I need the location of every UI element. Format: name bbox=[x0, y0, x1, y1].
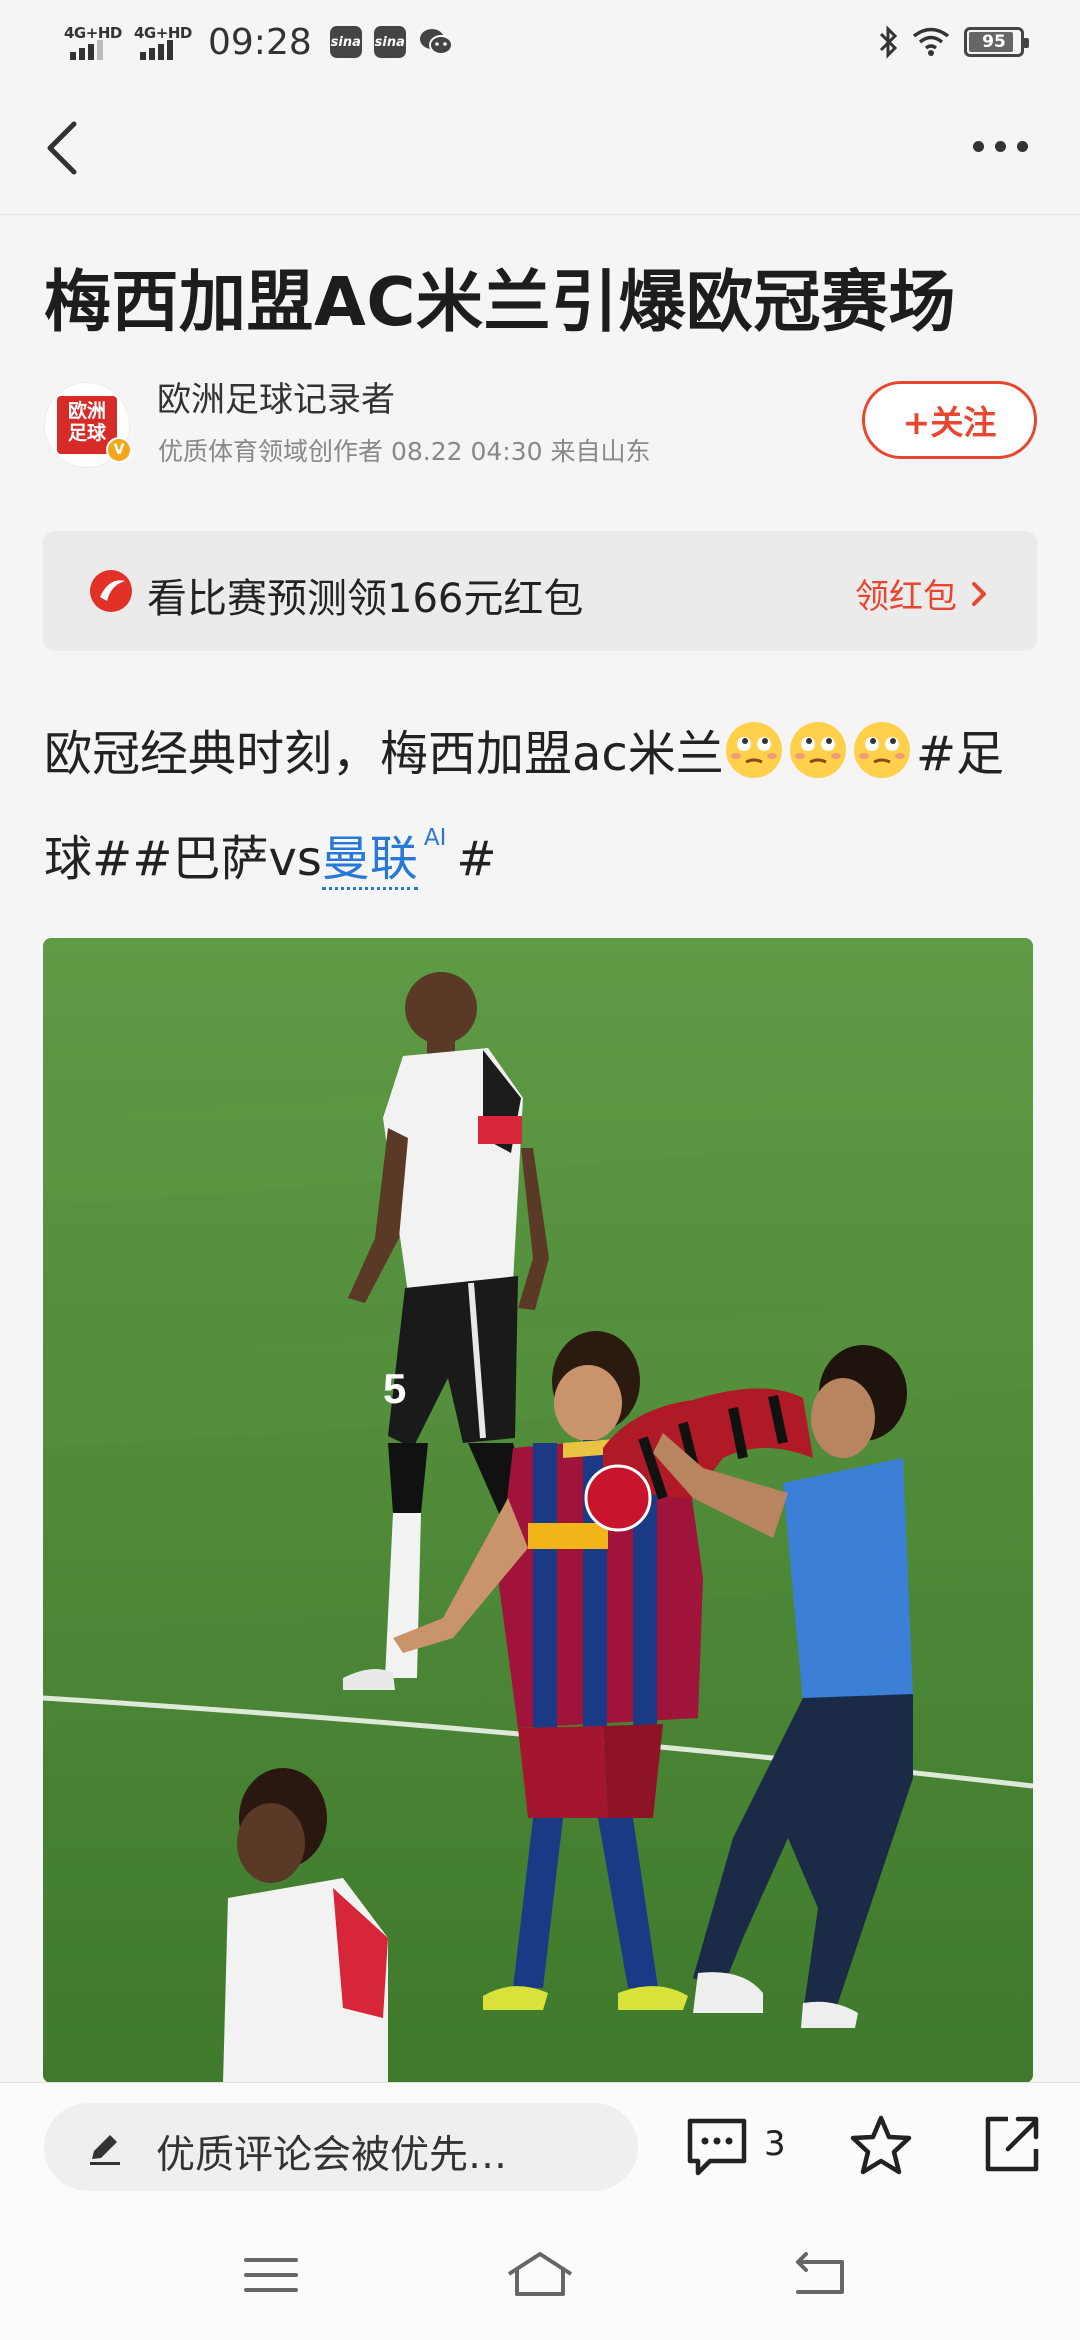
status-left: 4G+HD 4G+HD 09:28 sina sina bbox=[64, 18, 454, 66]
comment-count: 3 bbox=[764, 2124, 786, 2164]
follow-button[interactable]: +关注 bbox=[862, 381, 1037, 459]
more-dots-icon[interactable] bbox=[960, 120, 1040, 172]
article-body: 欧冠经典时刻，梅西加盟ac米兰 #足球##巴萨vs曼联 AI # bbox=[44, 712, 1044, 901]
sim2-signal-icon: 4G+HD bbox=[134, 22, 192, 62]
claim-red-packet-label: 领红包 bbox=[855, 577, 957, 617]
smirk-emoji-icon bbox=[725, 722, 782, 778]
status-right: 95 bbox=[878, 22, 1029, 62]
author-name[interactable]: 欧洲足球记录者 bbox=[157, 372, 395, 421]
menu-icon[interactable] bbox=[236, 2248, 306, 2302]
red-packet-logo-icon bbox=[90, 570, 132, 612]
body-text-part3: # bbox=[456, 831, 497, 887]
star-icon[interactable] bbox=[848, 2113, 914, 2179]
wifi-icon bbox=[912, 27, 950, 56]
smirk-emoji-icon-2 bbox=[789, 722, 846, 778]
red-packet-promo-banner[interactable]: 看比赛预测领166元红包 领红包 bbox=[43, 531, 1037, 651]
status-time: 09:28 bbox=[208, 21, 312, 63]
author-meta: 优质体育领域创作者 08.22 04:30 来自山东 bbox=[158, 437, 651, 466]
pencil-icon bbox=[90, 2135, 120, 2165]
svg-text:5: 5 bbox=[383, 1365, 406, 1412]
home-icon[interactable] bbox=[505, 2248, 575, 2302]
chevron-left-icon[interactable] bbox=[34, 112, 94, 182]
bottom-action-bar: 优质评论会被优先… 3 bbox=[0, 2082, 1080, 2206]
article-title: 梅西加盟AC米兰引爆欧冠赛场 bbox=[44, 263, 957, 341]
messi-ac-milan-scarf-photo: 5 bbox=[43, 938, 1033, 2083]
bluetooth-icon bbox=[879, 25, 898, 59]
claim-red-packet-link[interactable]: 领红包 bbox=[855, 569, 987, 618]
body-text-part1: 欧冠经典时刻，梅西加盟ac米兰 bbox=[44, 726, 724, 782]
battery-icon: 95 bbox=[964, 27, 1029, 57]
back-icon[interactable] bbox=[786, 2248, 856, 2302]
topic-link-man-utd[interactable]: 曼联 bbox=[321, 831, 418, 890]
system-navigation-bar bbox=[0, 2206, 1080, 2340]
comment-placeholder: 优质评论会被优先… bbox=[156, 2133, 508, 2178]
sina-app-icon: sina bbox=[329, 26, 362, 58]
wechat-icon bbox=[419, 29, 453, 55]
chevron-right-icon bbox=[972, 581, 986, 606]
comment-icon[interactable] bbox=[684, 2113, 750, 2179]
top-navigation bbox=[0, 80, 1080, 215]
sim1-signal-icon: 4G+HD bbox=[64, 22, 122, 62]
verified-badge-icon: V bbox=[106, 437, 132, 463]
article-photo[interactable]: 5 bbox=[43, 938, 1033, 2083]
ai-tag[interactable]: AI bbox=[424, 825, 447, 851]
comment-input[interactable]: 优质评论会被优先… bbox=[44, 2103, 638, 2191]
smirk-emoji-icon-3 bbox=[853, 722, 910, 778]
status-bar: 4G+HD 4G+HD 09:28 sina sina 95 bbox=[0, 0, 1080, 80]
share-icon[interactable] bbox=[980, 2113, 1042, 2175]
promo-text: 看比赛预测领166元红包 bbox=[147, 576, 584, 622]
battery-level: 95 bbox=[982, 32, 1006, 52]
sina-app-icon-2: sina bbox=[373, 26, 406, 58]
